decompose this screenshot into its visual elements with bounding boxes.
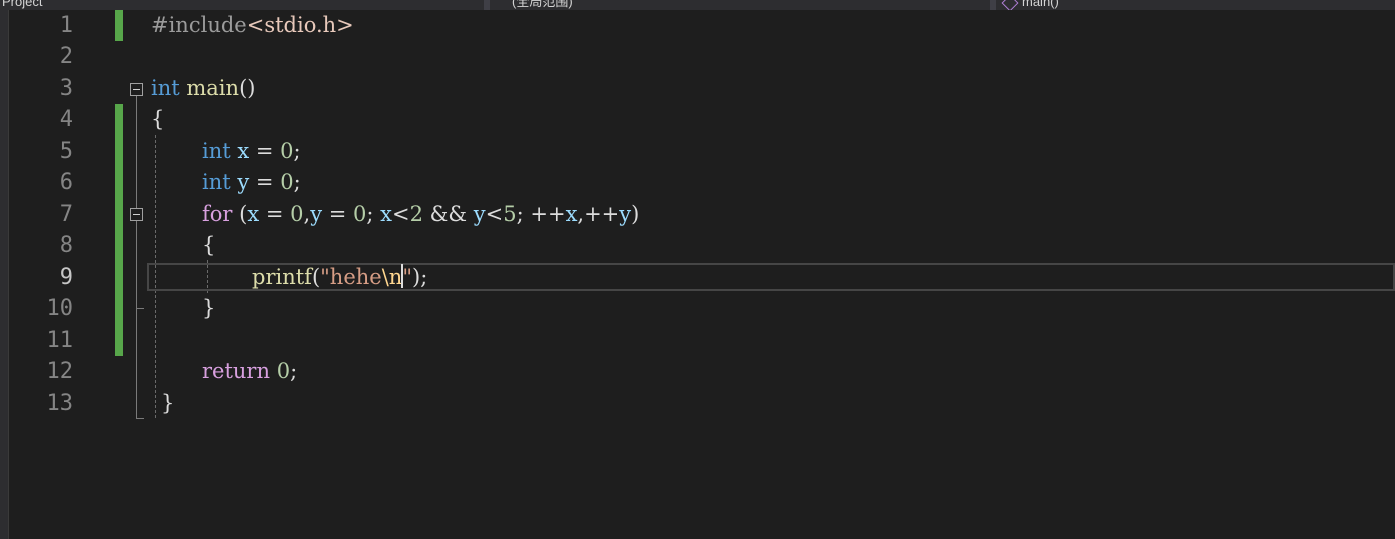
code-line: 6 int y = 0; (9, 167, 1395, 198)
operator: = (249, 139, 281, 163)
function-name: printf (252, 265, 312, 289)
operator: && (423, 202, 474, 226)
code-line-active: 9 printf("hehe\n"); (9, 262, 1395, 293)
string: " (402, 265, 412, 289)
number: 0 (280, 139, 294, 163)
variable: y (619, 202, 632, 226)
operator: = (259, 202, 291, 226)
keyword: int (202, 139, 231, 163)
variable: y (310, 202, 323, 226)
parens: () (239, 76, 256, 100)
method-icon (1001, 0, 1019, 10)
line-number: 11 (46, 328, 74, 353)
line-code[interactable]: return 0; (202, 356, 297, 387)
line-code[interactable]: #include<stdio.h> (151, 10, 354, 41)
escape-sequence: \n (381, 265, 403, 289)
code-line: 1 #include<stdio.h> (9, 10, 1395, 41)
line-number: 9 (59, 265, 73, 290)
number: 0 (280, 170, 294, 194)
member-label: main() (1022, 0, 1059, 9)
number: 0 (276, 359, 291, 383)
punct: ); (412, 265, 428, 289)
line-number: 13 (46, 391, 74, 416)
code-line: 11 (9, 325, 1395, 356)
code-line: 13 } (9, 388, 1395, 419)
code-line: 7 for (x = 0,y = 0; x<2 && y<5; ++x,++y) (9, 199, 1395, 230)
line-code[interactable]: printf("hehe\n"); (252, 262, 427, 293)
variable: y (237, 170, 250, 194)
line-number: 2 (59, 44, 73, 69)
nav-separator (484, 0, 490, 10)
punct: ( (311, 265, 321, 289)
variable: x (247, 202, 260, 226)
punct: ) (631, 202, 640, 226)
code-line: 10 } (9, 293, 1395, 324)
line-code[interactable]: { (202, 230, 215, 261)
number: 5 (503, 202, 517, 226)
line-code[interactable]: } (161, 388, 174, 419)
keyword: for (202, 202, 233, 226)
line-number: 5 (59, 139, 73, 164)
keyword: int (151, 76, 180, 100)
variable: x (237, 139, 250, 163)
string: "hehe (320, 265, 382, 289)
operator: < (485, 202, 504, 226)
preprocessor: #include (151, 13, 247, 37)
code-line: 2 (9, 41, 1395, 72)
line-number: 1 (59, 13, 73, 38)
semicolon: ; (293, 170, 301, 194)
scope-dropdown[interactable]: (全局范围) (512, 0, 573, 10)
variable: y (473, 202, 486, 226)
code-editor[interactable]: 1 #include<stdio.h> 2 3 int main() 4 { 5… (9, 10, 1395, 539)
code-line: 4 { (9, 104, 1395, 135)
line-code[interactable]: { (151, 104, 164, 135)
include-header: <stdio.h> (246, 13, 354, 37)
line-code[interactable]: int main() (151, 73, 255, 104)
line-code[interactable]: int x = 0; (202, 136, 301, 167)
project-dropdown[interactable]: Project (2, 0, 42, 10)
punct: ( (232, 202, 248, 226)
line-code[interactable]: } (202, 293, 215, 324)
nav-separator (990, 0, 996, 10)
code-line: 12 return 0; (9, 356, 1395, 387)
punct: ; ++ (516, 202, 566, 226)
line-number: 10 (46, 296, 74, 321)
line-code[interactable]: int y = 0; (202, 167, 301, 198)
number: 0 (353, 202, 367, 226)
keyword: return (202, 359, 270, 383)
number: 0 (290, 202, 304, 226)
member-dropdown[interactable]: main() (1001, 0, 1059, 10)
code-line: 3 int main() (9, 73, 1395, 104)
semicolon: ; (293, 139, 301, 163)
navigation-bar: Project (全局范围) main() (0, 0, 1395, 10)
line-number: 8 (59, 233, 73, 258)
code-line: 5 int x = 0; (9, 136, 1395, 167)
line-number: 7 (59, 202, 73, 227)
line-number: 6 (59, 170, 73, 195)
line-number: 3 (59, 76, 73, 101)
operator: < (392, 202, 410, 226)
variable: x (565, 202, 578, 226)
punct: ,++ (577, 202, 620, 226)
punct: ; (366, 202, 381, 226)
left-margin-strip (0, 10, 9, 539)
number: 2 (409, 202, 423, 226)
line-code[interactable]: for (x = 0,y = 0; x<2 && y<5; ++x,++y) (202, 199, 639, 230)
line-number: 12 (46, 359, 74, 384)
operator: = (249, 170, 281, 194)
operator: = (322, 202, 354, 226)
keyword: int (202, 170, 231, 194)
code-line: 8 { (9, 230, 1395, 261)
semicolon: ; (290, 359, 298, 383)
line-number: 4 (59, 107, 73, 132)
function-name: main (186, 76, 240, 100)
variable: x (380, 202, 393, 226)
